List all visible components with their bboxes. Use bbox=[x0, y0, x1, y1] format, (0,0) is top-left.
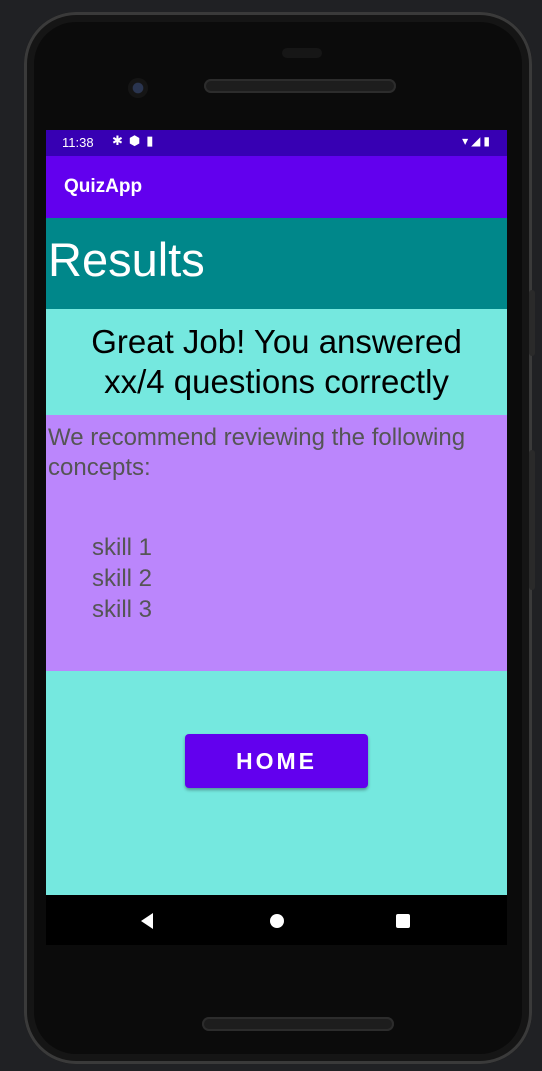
back-icon[interactable] bbox=[141, 913, 153, 929]
skill-item: skill 2 bbox=[92, 565, 153, 592]
app-title: QuizApp bbox=[64, 176, 143, 197]
home-icon[interactable] bbox=[270, 914, 284, 928]
recommendation-section: We recommend reviewing the following con… bbox=[46, 415, 507, 671]
status-bar: 11:38 ✱⬢▮ ▾◢▮ bbox=[46, 130, 507, 156]
battery-icon: ▮ bbox=[483, 134, 493, 148]
shield-icon: ⬢ bbox=[128, 133, 147, 148]
sensor-notch bbox=[282, 48, 322, 58]
volume-button[interactable] bbox=[529, 290, 535, 356]
signal-icon: ◢ bbox=[471, 134, 484, 148]
recents-icon[interactable] bbox=[396, 914, 410, 928]
earpiece-speaker bbox=[204, 79, 396, 93]
score-section: Great Job! You answered xx/4 questions c… bbox=[46, 309, 507, 415]
status-time: 11:38 bbox=[62, 135, 94, 150]
results-title: Results bbox=[48, 233, 205, 286]
app-screen: 11:38 ✱⬢▮ ▾◢▮ QuizApp Results Great Job!… bbox=[46, 130, 507, 895]
skill-item: skill 1 bbox=[92, 534, 153, 561]
status-icons-right: ▾◢▮ bbox=[462, 134, 493, 148]
wifi-icon: ▾ bbox=[462, 134, 472, 148]
app-bar: QuizApp bbox=[46, 156, 507, 218]
skills-list: skill 1 skill 2 skill 3 bbox=[92, 532, 152, 625]
score-message: Great Job! You answered xx/4 questions c… bbox=[91, 323, 462, 400]
results-header: Results bbox=[46, 218, 507, 309]
navigation-bar bbox=[46, 895, 507, 945]
front-camera bbox=[128, 78, 148, 98]
settings-icon: ✱ bbox=[112, 133, 129, 148]
power-button[interactable] bbox=[529, 450, 535, 590]
status-icons-left: ✱⬢▮ bbox=[112, 133, 159, 149]
recommend-text: We recommend reviewing the following con… bbox=[48, 424, 466, 481]
bottom-speaker bbox=[202, 1017, 394, 1031]
home-button[interactable]: HOME bbox=[185, 734, 368, 788]
sd-card-icon: ▮ bbox=[146, 133, 160, 148]
skill-item: skill 3 bbox=[92, 596, 153, 623]
